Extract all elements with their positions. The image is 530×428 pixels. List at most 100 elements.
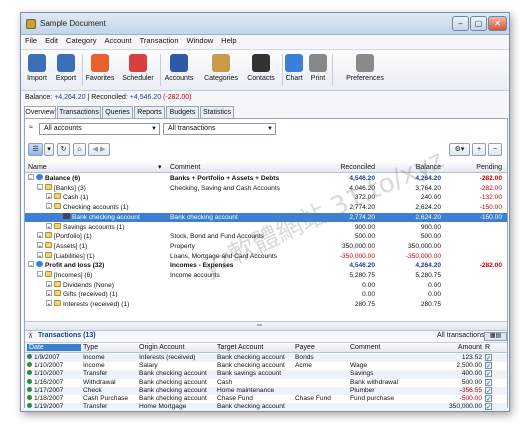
transaction-row[interactable]: 1/17/2007 Check Bank checking account Home … xyxy=(25,386,507,395)
close-button[interactable]: ✕ xyxy=(488,16,507,31)
account-row[interactable]: + Savings accounts (1) 900.00 900.00 xyxy=(25,222,507,233)
column-header-comment[interactable]: Comment xyxy=(350,344,430,351)
column-header-origin-account[interactable]: Origin Account xyxy=(139,344,215,351)
transaction-type: Cash Purchase xyxy=(83,395,129,402)
reconciled-checkbox[interactable]: ✓ xyxy=(485,395,492,403)
account-row[interactable]: + Interests (received) (1) 280.75 280.75 xyxy=(25,300,507,310)
expand-toggle-icon[interactable]: − xyxy=(37,183,43,192)
maximize-button[interactable]: ▢ xyxy=(470,16,487,31)
account-row[interactable]: − [Incomes] (6) Income accounts 5,280.75 5,2… xyxy=(25,271,507,281)
account-row[interactable]: + Cash (1) 372.00 240.00 -132.00 xyxy=(25,193,507,203)
accounts-icon xyxy=(170,54,188,72)
transaction-target: Chase Fund xyxy=(217,395,253,402)
reconciled-checkbox[interactable]: ✓ xyxy=(485,378,492,387)
account-bal: 4,264.20 xyxy=(415,262,441,270)
account-row[interactable]: + [Portfolio] (1) Stock, Bond and Fund Acc… xyxy=(25,232,507,242)
expand-toggle-icon[interactable]: − xyxy=(28,261,34,269)
tab-statistics[interactable]: Statistics xyxy=(200,106,234,118)
menu-window[interactable]: Window xyxy=(182,35,217,46)
transaction-row[interactable]: 1/19/2007 Transfer Home Mortgage Bank check… xyxy=(25,403,507,411)
list-view-menu[interactable]: ▾ xyxy=(44,143,54,156)
expand-toggle-icon[interactable]: + xyxy=(37,251,43,260)
menu-file[interactable]: File xyxy=(21,35,41,46)
transaction-row[interactable]: 1/9/2007 Income Interests (received) Bank c… xyxy=(25,354,507,363)
reconciled-checkbox[interactable]: ✓ xyxy=(485,386,492,395)
list-view-button[interactable]: ☰ xyxy=(28,143,43,156)
back-forward-buttons[interactable]: ◀ ▶ xyxy=(88,143,110,156)
reconciled-checkbox[interactable]: ✓ xyxy=(485,354,492,362)
toolbar-accounts-button[interactable]: Accounts xyxy=(161,52,197,82)
toolbar-import-button[interactable]: Import xyxy=(25,52,49,82)
account-row[interactable]: − [Banks] (3) Checking, Saving and Cash Ac… xyxy=(25,183,507,194)
transaction-row[interactable]: 1/10/2007 Income Salary Bank checking accou… xyxy=(25,362,507,370)
column-header-payee[interactable]: Payee xyxy=(295,344,347,351)
expand-toggle-icon[interactable]: − xyxy=(28,174,34,182)
menu-help[interactable]: Help xyxy=(217,35,240,46)
transactions-filter[interactable]: All transactions ▼ xyxy=(163,123,276,135)
expand-toggle-icon[interactable]: + xyxy=(46,280,52,289)
refresh-icon[interactable]: ↻ xyxy=(57,143,70,156)
column-header-reconciled[interactable]: Reconciled xyxy=(315,164,375,171)
expand-toggle-icon[interactable]: + xyxy=(46,193,52,201)
title-bar: Sample Document – ▢ ✕ xyxy=(21,13,509,35)
toolbar-contacts-button[interactable]: Contacts xyxy=(243,52,279,82)
toolbar-categories-button[interactable]: Categories xyxy=(201,52,241,82)
collapse-filter-icon[interactable]: ≈ xyxy=(29,124,33,131)
column-header-pending[interactable]: Pending xyxy=(445,164,502,171)
expand-toggle-icon[interactable]: − xyxy=(46,203,52,211)
column-header-amount[interactable]: Amount xyxy=(433,344,482,351)
menu-category[interactable]: Category xyxy=(62,35,100,46)
toolbar-favorites-button[interactable]: Favorites xyxy=(83,52,117,82)
tab-transactions[interactable]: Transactions xyxy=(57,106,101,118)
gear-icon[interactable]: ⚙▾ xyxy=(449,143,470,156)
expand-toggle-icon[interactable]: − xyxy=(37,271,43,279)
account-row[interactable]: + Gifts (received) (1) 0.00 0.00 xyxy=(25,290,507,300)
transaction-row[interactable]: 1/16/2007 Withdrawal Bank checking account… xyxy=(25,378,507,387)
tab-queries[interactable]: Queries xyxy=(102,106,133,118)
tab-reports[interactable]: Reports xyxy=(134,106,165,118)
account-row[interactable]: − Profit and loss (32) Incomes - Expenses 4… xyxy=(25,261,507,271)
home-icon[interactable]: ⌂ xyxy=(73,143,86,156)
accounts-filter[interactable]: All accounts ▼ xyxy=(39,123,160,135)
account-row[interactable]: + Dividends (None) 0.00 0.00 xyxy=(25,280,507,291)
column-header-date[interactable]: Date xyxy=(27,344,81,351)
splitter[interactable]: ═ xyxy=(25,321,507,331)
account-row[interactable]: + [Liabilities] (1) Loans, Mortgage and Ca… xyxy=(25,251,507,262)
expand-toggle-icon[interactable]: + xyxy=(46,290,52,298)
transaction-row[interactable]: 1/18/2007 Cash Purchase Bank checking acco… xyxy=(25,395,507,403)
expand-toggle-icon[interactable]: + xyxy=(37,232,43,240)
reconciled-checkbox[interactable]: ✓ xyxy=(485,362,492,370)
toolbar-scheduler-button[interactable]: Scheduler xyxy=(119,52,157,82)
minimize-button[interactable]: – xyxy=(452,16,469,31)
reconciled-checkbox[interactable]: ✓ xyxy=(485,370,492,378)
column-header-r[interactable]: R xyxy=(485,344,497,351)
column-header-type[interactable]: Type xyxy=(83,344,137,351)
expand-toggle-icon[interactable]: + xyxy=(37,241,43,250)
expand-toggle-icon[interactable]: + xyxy=(46,300,52,308)
expand-toggle-icon[interactable]: + xyxy=(46,222,52,231)
txn-view-toggle[interactable]: ▦▤ xyxy=(484,332,507,341)
account-row[interactable]: − Checking accounts (1) 2,774.20 2,624.20 -1… xyxy=(25,203,507,213)
account-row[interactable]: Bank checking account Bank checking accou… xyxy=(25,212,507,223)
reconciled-checkbox[interactable]: ✓ xyxy=(485,403,492,411)
toolbar-preferences-button[interactable]: Preferences xyxy=(341,52,389,82)
add-button[interactable]: + xyxy=(472,143,486,156)
account-row[interactable]: − Balance (6) Banks + Portfolio + Assets +… xyxy=(25,174,507,184)
toolbar-print-button[interactable]: Print xyxy=(307,52,329,82)
menu-transaction[interactable]: Transaction xyxy=(136,35,183,46)
column-header-name[interactable]: Name xyxy=(28,164,168,171)
menu-edit[interactable]: Edit xyxy=(41,35,62,46)
column-header-balance[interactable]: Balance xyxy=(385,164,441,171)
account-row[interactable]: + [Assets] (1) Property 350,000.00 350,000.0… xyxy=(25,241,507,252)
toolbar-export-button[interactable]: Export xyxy=(53,52,79,82)
menu-account[interactable]: Account xyxy=(100,35,135,46)
remove-button[interactable]: − xyxy=(488,143,502,156)
folder-icon xyxy=(54,290,61,297)
tab-budgets[interactable]: Budgets xyxy=(166,106,199,118)
column-header-target-account[interactable]: Target Account xyxy=(217,344,293,351)
folder-icon xyxy=(45,271,52,277)
account-bal: 240.00 xyxy=(420,194,441,202)
transaction-row[interactable]: 1/10/2007 Transfer Bank checking account Ba… xyxy=(25,370,507,379)
column-header-comment[interactable]: Comment xyxy=(170,164,310,171)
toolbar-chart-button[interactable]: Chart xyxy=(283,52,305,82)
